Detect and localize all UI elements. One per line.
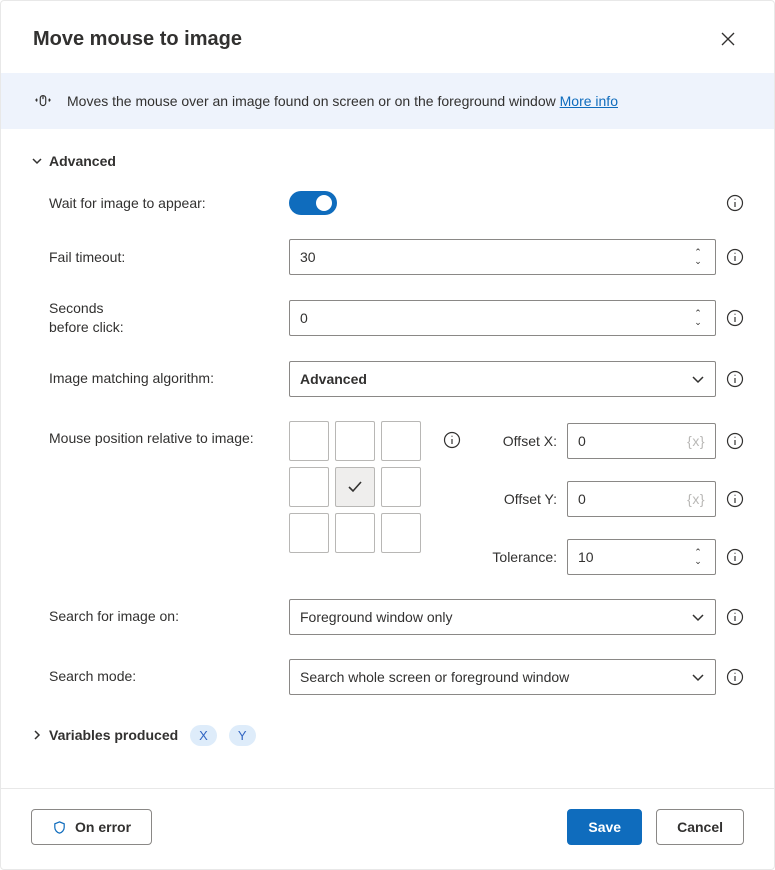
- offset-column: Offset X: 0 {x} Offset Y: 0 {x}: [483, 421, 744, 575]
- position-grid: [289, 421, 421, 553]
- seconds-before-click-input[interactable]: 0 ⌃⌄: [289, 300, 716, 336]
- section-variables[interactable]: Variables produced X Y: [31, 725, 744, 746]
- row-offset-x: Offset X: 0 {x}: [483, 423, 744, 459]
- more-info-link[interactable]: More info: [560, 93, 618, 109]
- row-tolerance: Tolerance: 10 ⌃⌄: [483, 539, 744, 575]
- wait-label: Wait for image to appear:: [49, 194, 289, 213]
- variable-picker-icon[interactable]: {x}: [687, 433, 705, 449]
- row-wait: Wait for image to appear:: [49, 191, 744, 215]
- pos-bottom-center[interactable]: [335, 513, 375, 553]
- mouse-position-label: Mouse position relative to image:: [49, 421, 289, 448]
- dialog-title: Move mouse to image: [33, 28, 242, 51]
- search-mode-label: Search mode:: [49, 667, 289, 686]
- tolerance-label: Tolerance:: [483, 549, 557, 565]
- variable-y-badge[interactable]: Y: [229, 725, 256, 746]
- banner-text: Moves the mouse over an image found on s…: [67, 93, 618, 109]
- image-matching-select[interactable]: Advanced: [289, 361, 716, 397]
- move-mouse-to-image-dialog: Move mouse to image Moves the mouse over…: [0, 0, 775, 870]
- image-matching-info[interactable]: [726, 370, 744, 388]
- variable-x-badge[interactable]: X: [190, 725, 217, 746]
- wait-info[interactable]: [726, 194, 744, 212]
- row-image-matching: Image matching algorithm: Advanced: [49, 361, 744, 397]
- search-on-select[interactable]: Foreground window only: [289, 599, 716, 635]
- chevron-down-icon: [691, 372, 705, 386]
- chevron-right-icon: [31, 729, 43, 741]
- dialog-body: Advanced Wait for image to appear: Fail …: [1, 129, 774, 788]
- variable-picker-icon[interactable]: {x}: [687, 491, 705, 507]
- cancel-button[interactable]: Cancel: [656, 809, 744, 845]
- fail-timeout-info[interactable]: [726, 248, 744, 266]
- info-banner: Moves the mouse over an image found on s…: [1, 73, 774, 129]
- pos-middle-center[interactable]: [335, 467, 375, 507]
- close-button[interactable]: [712, 23, 744, 55]
- chevron-down-icon: [31, 155, 43, 167]
- save-button[interactable]: Save: [567, 809, 642, 845]
- on-error-button[interactable]: On error: [31, 809, 152, 845]
- search-mode-select[interactable]: Search whole screen or foreground window: [289, 659, 716, 695]
- chevron-down-icon: [691, 670, 705, 684]
- move-mouse-icon: [33, 91, 53, 111]
- offset-x-input[interactable]: 0 {x}: [567, 423, 716, 459]
- offset-x-info[interactable]: [726, 432, 744, 450]
- dialog-footer: On error Save Cancel: [1, 788, 774, 869]
- wait-toggle[interactable]: [289, 191, 337, 215]
- offset-x-label: Offset X:: [483, 433, 557, 449]
- pos-top-right[interactable]: [381, 421, 421, 461]
- offset-y-label: Offset Y:: [483, 491, 557, 507]
- row-offset-y: Offset Y: 0 {x}: [483, 481, 744, 517]
- offset-y-info[interactable]: [726, 490, 744, 508]
- fail-timeout-label: Fail timeout:: [49, 248, 289, 267]
- advanced-form: Wait for image to appear: Fail timeout: …: [31, 191, 744, 695]
- image-matching-label: Image matching algorithm:: [49, 369, 289, 388]
- shield-icon: [52, 820, 67, 835]
- row-seconds-before-click: Seconds before click: 0 ⌃⌄: [49, 299, 744, 337]
- pos-top-center[interactable]: [335, 421, 375, 461]
- pos-bottom-left[interactable]: [289, 513, 329, 553]
- search-on-label: Search for image on:: [49, 607, 289, 626]
- pos-middle-right[interactable]: [381, 467, 421, 507]
- mouse-position-info[interactable]: [443, 431, 461, 449]
- seconds-before-click-spinner[interactable]: ⌃⌄: [691, 303, 705, 333]
- row-search-on: Search for image on: Foreground window o…: [49, 599, 744, 635]
- row-search-mode: Search mode: Search whole screen or fore…: [49, 659, 744, 695]
- seconds-before-click-info[interactable]: [726, 309, 744, 327]
- row-mouse-position: Mouse position relative to image:: [49, 421, 744, 575]
- section-advanced[interactable]: Advanced: [31, 153, 744, 169]
- tolerance-input[interactable]: 10 ⌃⌄: [567, 539, 716, 575]
- chevron-down-icon: [691, 610, 705, 624]
- fail-timeout-input[interactable]: 30 ⌃⌄: [289, 239, 716, 275]
- pos-top-left[interactable]: [289, 421, 329, 461]
- seconds-before-click-label: Seconds before click:: [49, 299, 289, 337]
- pos-middle-left[interactable]: [289, 467, 329, 507]
- dialog-header: Move mouse to image: [1, 1, 774, 73]
- check-icon: [346, 478, 364, 496]
- search-mode-info[interactable]: [726, 668, 744, 686]
- offset-y-input[interactable]: 0 {x}: [567, 481, 716, 517]
- tolerance-info[interactable]: [726, 548, 744, 566]
- row-fail-timeout: Fail timeout: 30 ⌃⌄: [49, 239, 744, 275]
- tolerance-spinner[interactable]: ⌃⌄: [691, 542, 705, 572]
- search-on-info[interactable]: [726, 608, 744, 626]
- fail-timeout-spinner[interactable]: ⌃⌄: [691, 242, 705, 272]
- pos-bottom-right[interactable]: [381, 513, 421, 553]
- close-icon: [720, 31, 736, 47]
